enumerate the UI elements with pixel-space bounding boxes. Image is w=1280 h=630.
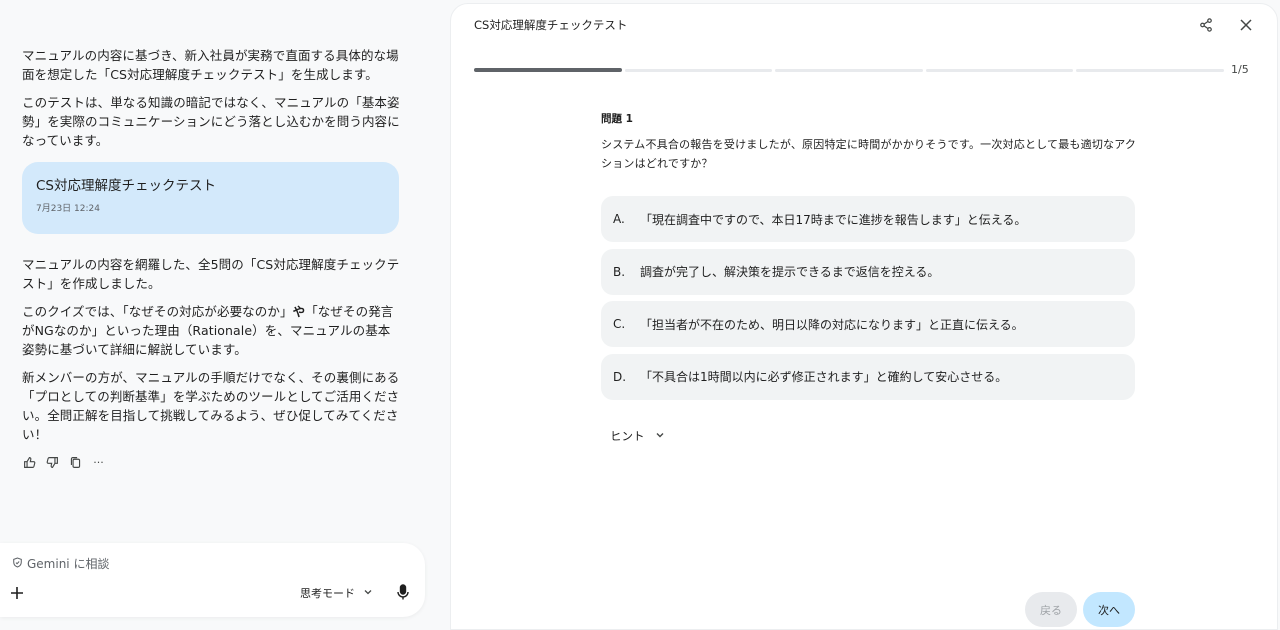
- progress-segment-complete: [474, 68, 622, 72]
- response-paragraph: このクイズでは、「なぜその対応が必要なのか」や「なぜその発言がNGなのか」といっ…: [22, 302, 400, 359]
- chat-panel: マニュアルの内容に基づき、新入社員が実務で直面する具体的な場面を想定した「CS対…: [0, 0, 440, 630]
- copy-icon[interactable]: [69, 456, 82, 469]
- feedback-bar: ···: [22, 456, 400, 469]
- mode-selector[interactable]: 思考モード: [300, 585, 373, 601]
- answer-option-a[interactable]: A. 「現在調査中ですので、本日17時までに進捗を報告します」と伝える。: [601, 196, 1135, 242]
- progress-label: 1/5: [1231, 63, 1249, 76]
- artifact-title: CS対応理解度チェックテスト: [36, 178, 216, 194]
- thumbs-up-icon[interactable]: [23, 456, 36, 469]
- close-icon[interactable]: [1239, 17, 1255, 33]
- share-icon[interactable]: [1199, 17, 1215, 33]
- answer-option-b[interactable]: B. 調査が完了し、解決策を提示できるまで返信を控える。: [601, 248, 1135, 295]
- option-text: 「担当者が不在のため、明日以降の対応になります」と正直に伝える。: [640, 317, 1024, 332]
- option-letter: A.: [613, 212, 625, 226]
- mode-label: 思考モード: [300, 587, 355, 600]
- progress-segment: [1076, 69, 1224, 72]
- add-attachment-button[interactable]: [10, 585, 24, 599]
- chevron-down-icon: [655, 429, 665, 443]
- response-paragraph: 新メンバーの方が、マニュアルの手順だけでなく、その裏側にある「プロとしての判断基…: [22, 370, 400, 442]
- option-text: 「不具合は1時間以内に必ず修正されます」と確約して安心させる。: [640, 370, 1008, 384]
- progress-segment: [775, 69, 923, 72]
- prompt-input[interactable]: Gemini に相談: [12, 555, 109, 572]
- more-icon[interactable]: ···: [92, 456, 105, 469]
- answer-option-c[interactable]: C. 「担当者が不在のため、明日以降の対応になります」と正直に伝える。: [601, 301, 1135, 347]
- quiz-title: CS対応理解度チェックテスト: [474, 18, 628, 32]
- chat-messages: マニュアルの内容に基づき、新入社員が実務で直面する具体的な場面を想定した「CS対…: [22, 46, 400, 469]
- app-root: マニュアルの内容に基づき、新入社員が実務で直面する具体的な場面を想定した「CS対…: [0, 0, 1280, 630]
- option-letter: D.: [613, 369, 627, 384]
- prompt-composer: Gemini に相談 思考モード: [0, 543, 425, 617]
- back-button[interactable]: 戻る: [1025, 592, 1077, 627]
- prompt-placeholder: Gemini に相談: [27, 557, 110, 571]
- progress-segment: [624, 69, 773, 72]
- response-paragraph: マニュアルの内容に基づき、新入社員が実務で直面する具体的な場面を想定した「CS対…: [22, 48, 399, 82]
- quiz-artifact-chip[interactable]: CS対応理解度チェックテスト 7月23日 12:24: [22, 162, 399, 234]
- artifact-date: 7月23日 12:24: [36, 204, 100, 214]
- question-number: 問題 1: [601, 113, 633, 125]
- response-paragraph: このテストは、単なる知識の暗記ではなく、マニュアルの「基本姿勢」を実際のコミュニ…: [22, 95, 400, 148]
- microphone-icon[interactable]: [396, 584, 410, 600]
- option-text: 調査が完了し、解決策を提示できるまで返信を控える。: [640, 265, 940, 279]
- next-button[interactable]: 次へ: [1083, 592, 1135, 627]
- chevron-down-icon: [363, 587, 373, 600]
- thumbs-down-icon[interactable]: [46, 456, 59, 469]
- paragraph-text: このクイズでは、「なぜその対応が必要なのか」: [22, 304, 293, 319]
- quiz-progress-bar: [474, 68, 1224, 72]
- answer-options: A. 「現在調査中ですので、本日17時までに進捗を報告します」と伝える。 B. …: [601, 196, 1135, 406]
- quiz-panel: CS対応理解度チェックテスト 1/5 問題 1 システム不具合の報告を受けました…: [450, 3, 1278, 630]
- option-text: 「現在調査中ですので、本日17時までに進捗を報告します」と伝える。: [640, 212, 1027, 227]
- progress-segment: [925, 69, 1074, 72]
- bold-text: や: [292, 304, 306, 319]
- option-letter: C.: [613, 317, 626, 331]
- hint-toggle[interactable]: ヒント: [610, 428, 665, 444]
- question-text: システム不具合の報告を受けましたが、原因特定に時間がかかりそうです。一次対応とし…: [601, 138, 1137, 170]
- answer-option-d[interactable]: D. 「不具合は1時間以内に必ず修正されます」と確約して安心させる。: [601, 353, 1135, 400]
- response-paragraph: マニュアルの内容を網羅した、全5問の「CS対応理解度チェックテスト」を作成しまし…: [22, 257, 400, 291]
- shield-icon: [12, 556, 23, 571]
- hint-label: ヒント: [610, 429, 645, 443]
- option-letter: B.: [613, 264, 626, 279]
